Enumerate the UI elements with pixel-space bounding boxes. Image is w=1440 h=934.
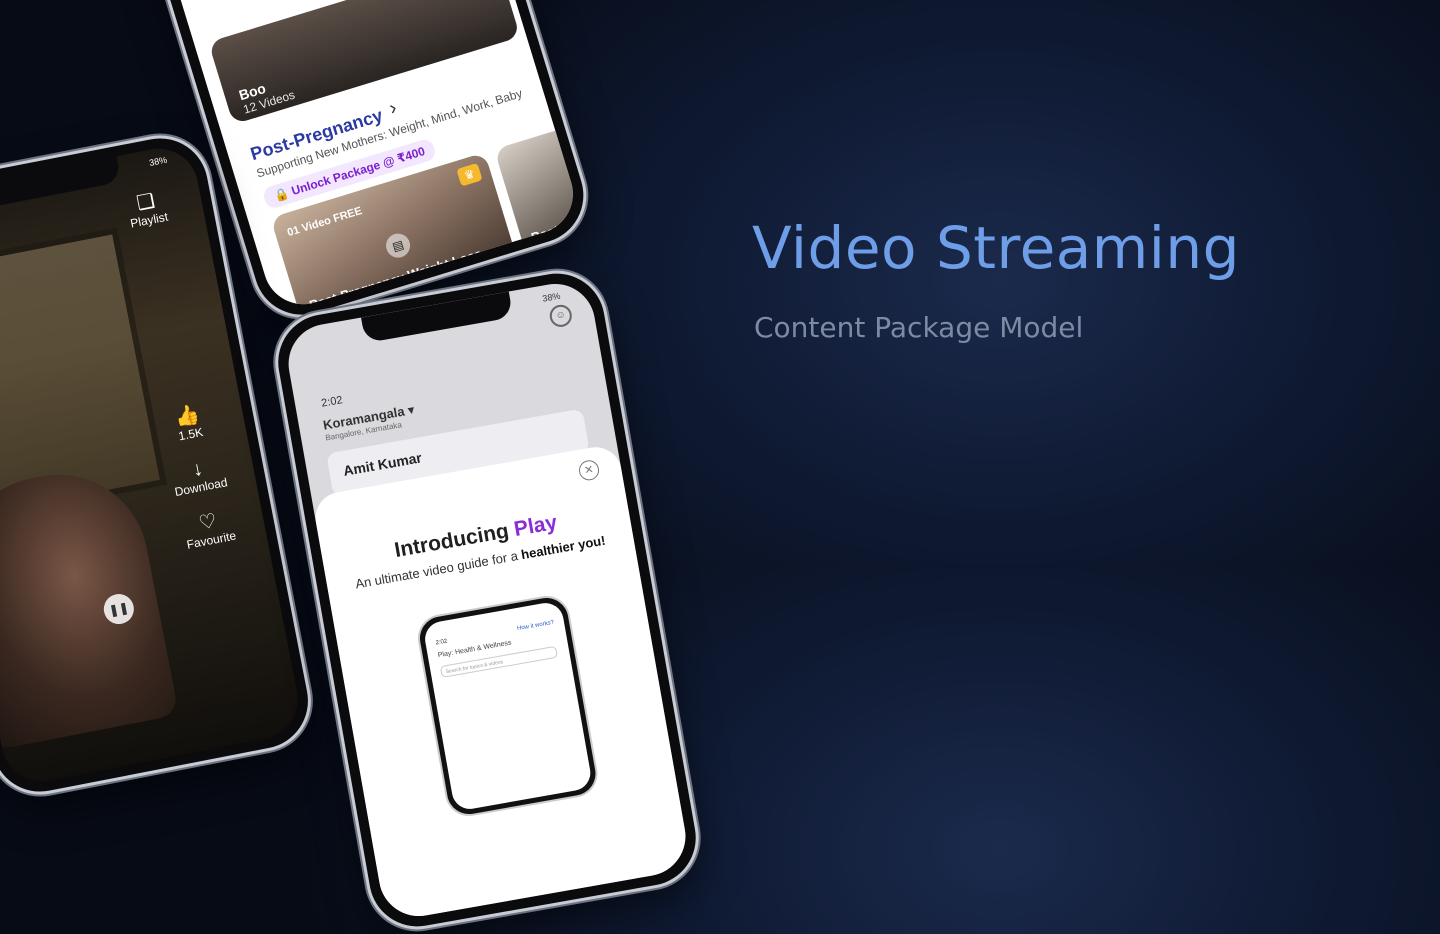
favourite-button[interactable]: ♡ Favourite: [171, 505, 247, 554]
phone-popup-mockup: 38% ☺ 2:02 Koramangala ▾ Bangalore, Karn…: [270, 266, 704, 934]
heading-highlight: Play: [512, 510, 559, 542]
download-button[interactable]: ↓ Download: [161, 452, 237, 501]
close-icon[interactable]: ✕: [577, 458, 601, 482]
hero-title: Video Streaming: [752, 214, 1240, 282]
phone-notch: [0, 156, 122, 211]
hero-subtitle: Content Package Model: [754, 311, 1084, 344]
like-button[interactable]: 👍 1.5K: [151, 399, 227, 448]
profile-icon[interactable]: ☺: [548, 303, 574, 329]
lock-icon: 🔒: [272, 185, 291, 204]
status-time: 2:02: [320, 394, 344, 410]
mini-phone-preview: 2:02 How it works? Play: Health & Wellne…: [416, 594, 599, 818]
playlist-icon: ▤: [383, 230, 414, 261]
battery-status: 38%: [148, 154, 168, 168]
user-name: Amit Kumar: [342, 449, 423, 479]
crown-icon: ♛: [456, 162, 483, 187]
battery-status: 38%: [541, 290, 562, 304]
phone-notch: [361, 291, 514, 344]
like-count: 1.5K: [177, 424, 205, 444]
video-frame: [0, 459, 180, 751]
home-screen: 38% ☺ 2:02 Koramangala ▾ Bangalore, Karn…: [282, 277, 692, 923]
free-video-badge: 01 Video FREE: [285, 205, 364, 240]
package-title: Post-Partum: [529, 207, 583, 245]
playlist-button[interactable]: ❏ Playlist: [109, 185, 185, 234]
how-it-works-link[interactable]: How it works?: [517, 620, 555, 632]
chevron-right-icon[interactable]: ›: [387, 97, 400, 121]
mini-time: 2:02: [435, 638, 448, 647]
chevron-down-icon: ▾: [406, 401, 416, 418]
pause-icon: ❚❚: [107, 600, 131, 618]
intro-modal: ✕ Introducing Play An ultimate video gui…: [311, 443, 692, 923]
mini-screen: 2:02 How it works? Play: Health & Wellne…: [422, 600, 594, 812]
